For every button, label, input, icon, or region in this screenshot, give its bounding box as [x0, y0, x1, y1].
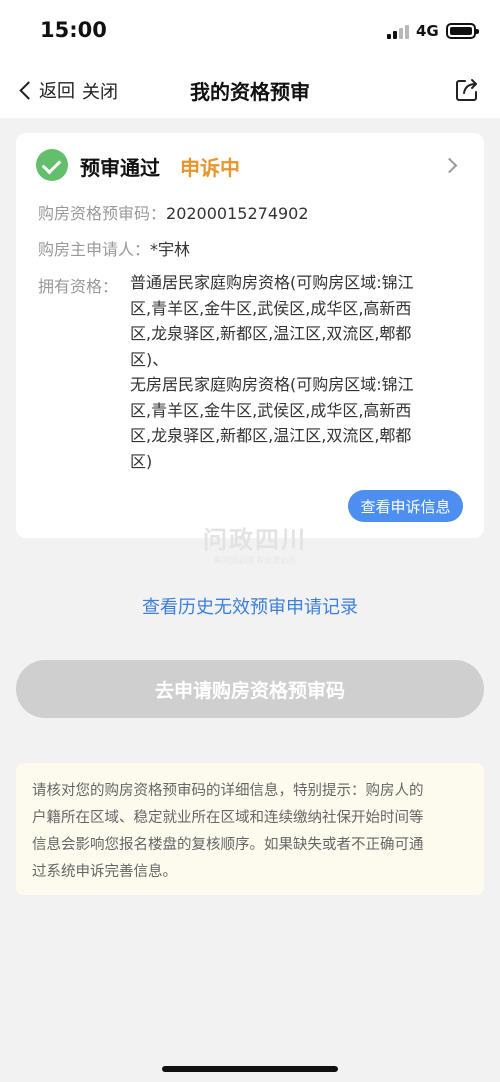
- notice-box: 请核对您的购房资格预审码的详细信息，特别提示：购房人的 户籍所在区域、稳定就业所…: [16, 763, 484, 895]
- qualification-line: 区,青羊区,金牛区,武侯区,成华区,高新西: [130, 400, 412, 420]
- network-type: 4G: [416, 22, 439, 40]
- battery-icon: [446, 23, 479, 39]
- applicant-row: 购房主申请人：*宇林: [38, 236, 190, 260]
- qualification-label: 拥有资格：: [38, 277, 119, 296]
- qualification-line: 区,龙泉驿区,新都区,温江区,双流区,郫都: [130, 324, 412, 343]
- history-records-link[interactable]: 查看历史无效预审申请记录: [0, 593, 500, 619]
- chevron-right-icon[interactable]: [441, 157, 458, 174]
- status-tag: 申诉中: [180, 156, 240, 180]
- notice-line: 信息会影响您报名楼盘的复核顺序。如果缺失或者不正确可通: [32, 837, 424, 853]
- notice-line: 户籍所在区域、稳定就业所在区域和连续缴纳社保开始时间等: [32, 810, 424, 826]
- watermark: 问政四川 有问题必回 有诉求必办: [170, 520, 340, 565]
- apply-code-button[interactable]: 去申请购房资格预审码: [16, 660, 484, 718]
- qualification-text: 普通居民家庭购房资格(可购房区域:锦江 区,青羊区,金牛区,武侯区,成华区,高新…: [130, 270, 460, 474]
- code-row: 购房资格预审码：20200015274902: [38, 200, 309, 224]
- applicant-value: *宇林: [150, 240, 191, 259]
- check-circle-icon: [36, 149, 68, 181]
- qualification-line: 区,龙泉驿区,新都区,温江区,双流区,郫都: [130, 426, 412, 445]
- qualification-line: 无房居民家庭购房资格(可购房区域:锦江: [130, 375, 414, 394]
- watermark-main: 问政四川: [203, 526, 307, 554]
- qualification-line: 区): [130, 451, 153, 471]
- code-value: 20200015274902: [166, 204, 309, 223]
- status-bar: 15:00 4G: [0, 0, 500, 62]
- signal-icon: [387, 24, 411, 39]
- page-title: 我的资格预审: [190, 80, 310, 104]
- share-icon[interactable]: [455, 78, 479, 102]
- status-title: 预审通过: [80, 156, 160, 180]
- notice-line: 请核对您的购房资格预审码的详细信息，特别提示：购房人的: [32, 783, 424, 799]
- qualification-line: 区)、: [130, 349, 169, 369]
- view-appeal-button[interactable]: 查看申诉信息: [348, 490, 463, 522]
- qualification-line: 区,青羊区,金牛区,武侯区,成华区,高新西: [130, 298, 412, 318]
- code-label: 购房资格预审码：: [38, 204, 167, 223]
- notice-line: 过系统申诉完善信息。: [32, 864, 177, 880]
- status-time: 15:00: [40, 18, 107, 42]
- nav-bar: 返回 关闭 我的资格预审: [0, 62, 500, 118]
- qualification-card[interactable]: 预审通过 申诉中 购房资格预审码：20200015274902 购房主申请人：*…: [16, 133, 484, 538]
- qualification-line: 普通居民家庭购房资格(可购房区域:锦江: [130, 273, 414, 292]
- home-indicator[interactable]: [162, 1066, 338, 1072]
- watermark-sub: 有问题必回 有诉求必办: [213, 556, 297, 565]
- applicant-label: 购房主申请人：: [38, 240, 151, 259]
